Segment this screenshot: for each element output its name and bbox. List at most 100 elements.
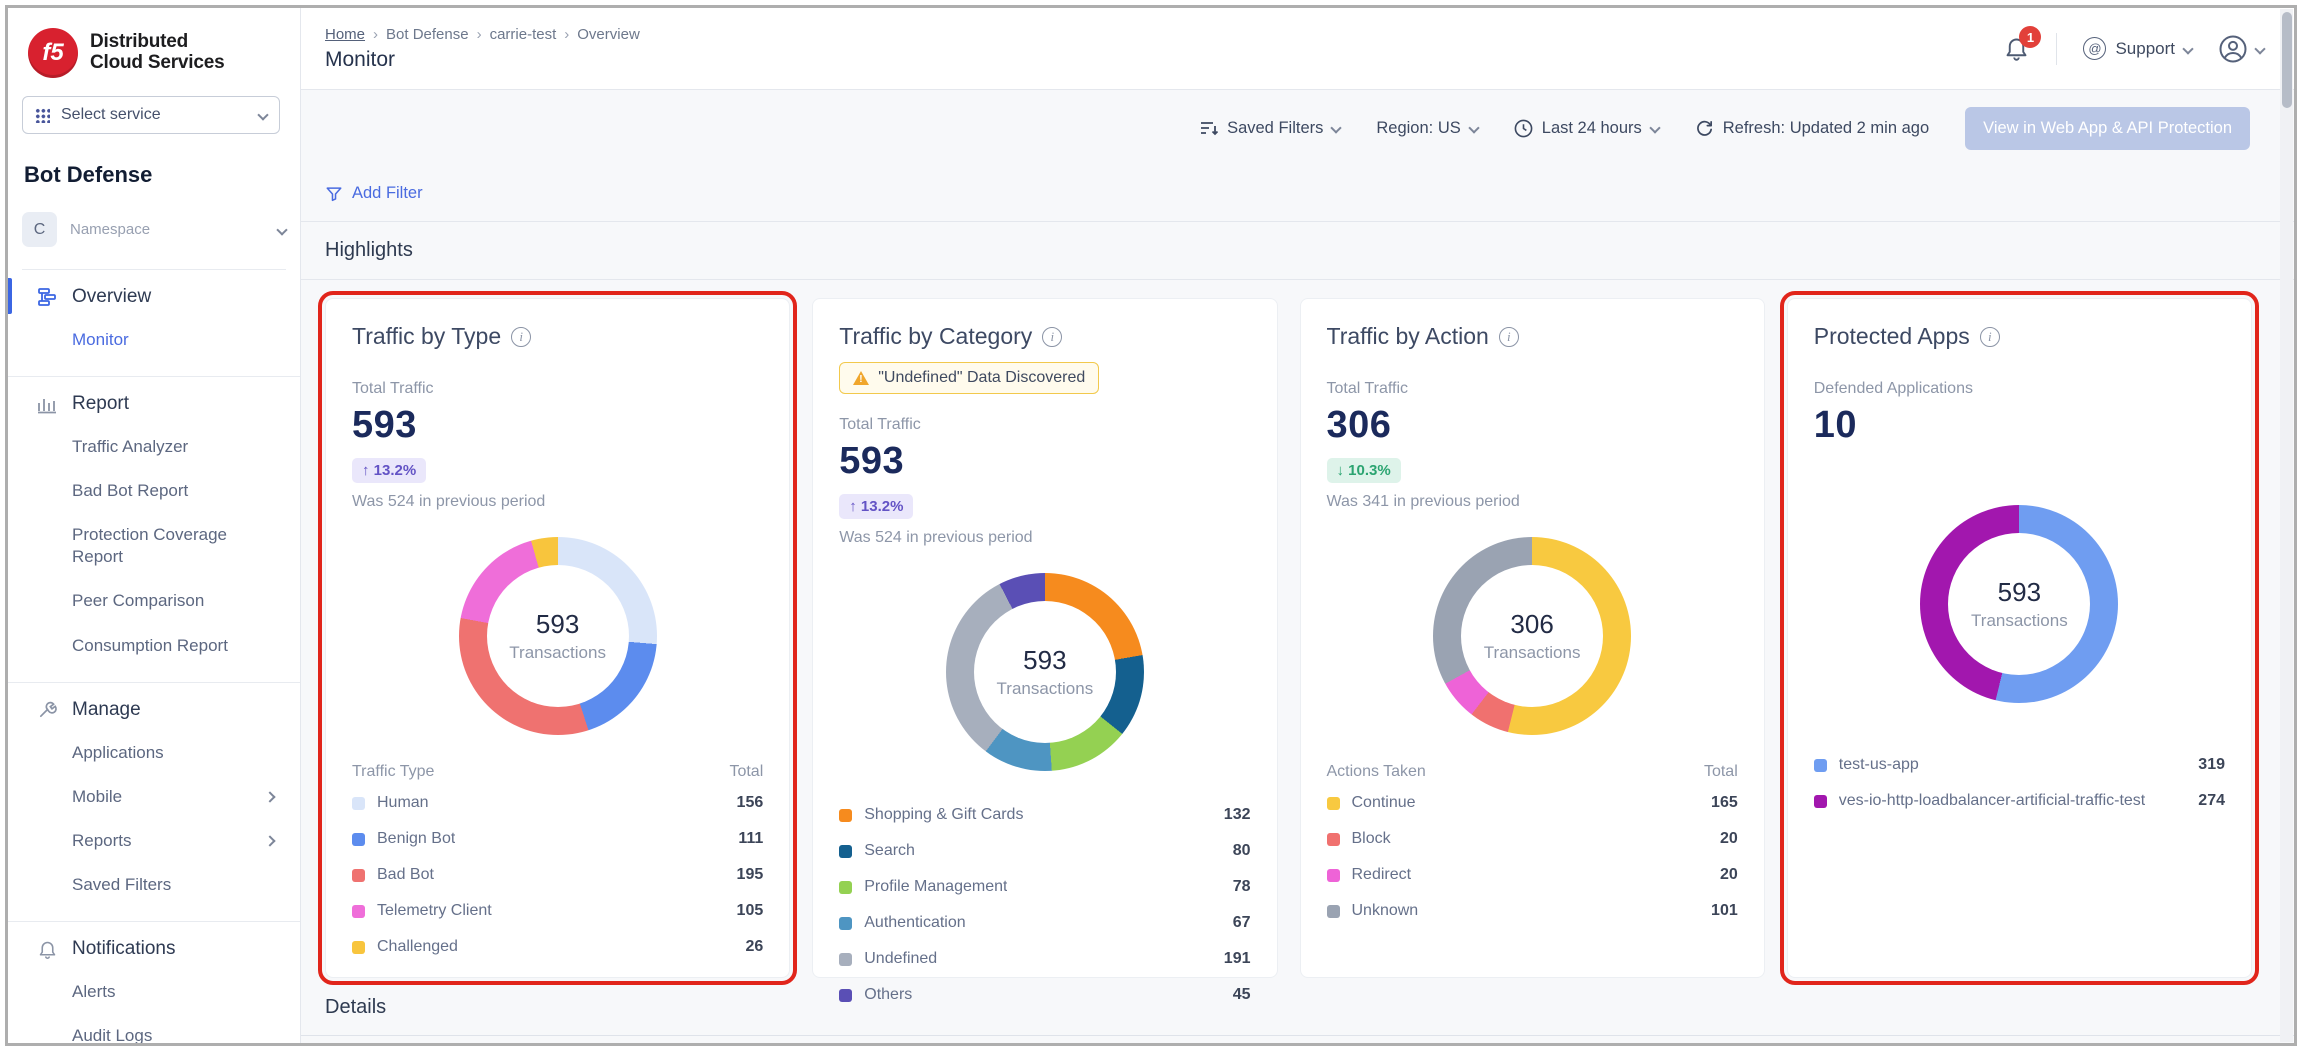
chevron-right-icon: [264, 835, 275, 846]
legend-swatch: [839, 881, 852, 894]
donut-center-value: 306: [1510, 609, 1553, 640]
workspace-title: Bot Defense: [8, 134, 300, 188]
support-menu[interactable]: @ Support: [2083, 37, 2192, 60]
sidebar-item-peer-comparison[interactable]: Peer Comparison: [8, 579, 300, 623]
sidebar-subitem-label: Peer Comparison: [72, 590, 204, 612]
scrollbar[interactable]: [2280, 9, 2293, 1042]
legend-row[interactable]: ves-io-http-loadbalancer-artificial-traf…: [1814, 783, 2225, 819]
legend-swatch: [352, 869, 365, 882]
legend-row[interactable]: Bad Bot195: [352, 857, 763, 893]
legend-row[interactable]: Undefined191: [839, 941, 1250, 977]
legend-value: 191: [1224, 950, 1251, 968]
sidebar-item-reports[interactable]: Reports: [8, 819, 300, 863]
region-label: Region: US: [1376, 119, 1460, 138]
legend-row[interactable]: Profile Management78: [839, 869, 1250, 905]
undefined-data-warning-badge[interactable]: "Undefined" Data Discovered: [839, 362, 1099, 394]
legend-row[interactable]: Continue165: [1327, 785, 1738, 821]
donut-center-label: Transactions: [997, 679, 1094, 699]
legend-header-value: Total: [729, 763, 763, 781]
sidebar-item-report[interactable]: Report: [8, 377, 300, 425]
donut-chart[interactable]: 593 Transactions: [946, 573, 1144, 771]
sidebar-item-applications[interactable]: Applications: [8, 731, 300, 775]
legend-row[interactable]: test-us-app319: [1814, 747, 2225, 783]
legend-swatch: [1327, 797, 1340, 810]
main-area: Home › Bot Defense › carrie-test › Overv…: [301, 8, 2294, 1043]
donut-center: 593 Transactions: [974, 601, 1116, 743]
sidebar-item-protection-coverage-report[interactable]: Protection Coverage Report: [8, 513, 300, 579]
breadcrumb-bot-defense[interactable]: Bot Defense: [386, 26, 469, 43]
legend-label: Unknown: [1352, 902, 1419, 920]
chevron-down-icon: [1649, 122, 1660, 133]
legend-row[interactable]: Block20: [1327, 821, 1738, 857]
support-label: Support: [2115, 39, 2175, 59]
brand-logo[interactable]: f5 Distributed Cloud Services: [8, 8, 300, 78]
legend-swatch: [352, 905, 365, 918]
view-in-waap-button[interactable]: View in Web App & API Protection: [1965, 107, 2250, 150]
scrollbar-thumb[interactable]: [2282, 12, 2292, 108]
sidebar-item-overview[interactable]: Overview: [8, 270, 300, 318]
legend-swatch: [1814, 759, 1827, 772]
refresh-icon: [1695, 119, 1714, 138]
legend-row[interactable]: Redirect20: [1327, 857, 1738, 893]
info-icon[interactable]: i: [1980, 327, 2000, 347]
breadcrumb-separator: ›: [564, 26, 569, 43]
chart-legend: test-us-app319ves-io-http-loadbalancer-a…: [1814, 747, 2225, 819]
legend-row[interactable]: Unknown101: [1327, 893, 1738, 929]
card-title: Traffic by Type: [352, 323, 501, 350]
sidebar-item-audit-logs[interactable]: Audit Logs: [8, 1014, 300, 1043]
legend-label: Block: [1352, 830, 1391, 848]
sidebar-item-monitor[interactable]: Monitor: [8, 318, 300, 362]
legend-row[interactable]: Shopping & Gift Cards132: [839, 797, 1250, 833]
legend-row[interactable]: Authentication67: [839, 905, 1250, 941]
time-range-dropdown[interactable]: Last 24 hours: [1514, 119, 1659, 138]
clock-icon: [1514, 119, 1533, 138]
donut-chart[interactable]: 593 Transactions: [1920, 505, 2118, 703]
refresh-button[interactable]: Refresh: Updated 2 min ago: [1695, 119, 1929, 138]
notifications-button[interactable]: 1: [2003, 35, 2030, 62]
sidebar-item-manage[interactable]: Manage: [8, 683, 300, 731]
legend-swatch: [839, 989, 852, 1002]
add-filter-button[interactable]: Add Filter: [352, 184, 423, 203]
account-menu[interactable]: [2218, 34, 2264, 64]
sidebar-subitem-label: Traffic Analyzer: [72, 436, 188, 458]
service-selector[interactable]: Select service: [22, 96, 280, 134]
legend-row[interactable]: Human156: [352, 785, 763, 821]
legend-row[interactable]: Challenged26: [352, 929, 763, 965]
sidebar-item-traffic-analyzer[interactable]: Traffic Analyzer: [8, 425, 300, 469]
sidebar-subitem-label: Mobile: [72, 786, 122, 808]
sidebar-item-bad-bot-report[interactable]: Bad Bot Report: [8, 469, 300, 513]
sidebar-item-alerts[interactable]: Alerts: [8, 970, 300, 1014]
donut-chart[interactable]: 306 Transactions: [1433, 537, 1631, 735]
saved-filters-dropdown[interactable]: Saved Filters: [1200, 119, 1340, 138]
legend-swatch: [1814, 795, 1827, 808]
breadcrumb-namespace[interactable]: carrie-test: [490, 26, 557, 43]
donut-chart[interactable]: 593 Transactions: [459, 537, 657, 735]
card-protected-apps: Protected Apps i Defended Applications 1…: [1787, 298, 2252, 978]
legend-swatch: [352, 797, 365, 810]
chart-legend: Human156Benign Bot111Bad Bot195Telemetry…: [352, 785, 763, 965]
time-range-label: Last 24 hours: [1542, 119, 1642, 138]
legend-row[interactable]: Others45: [839, 977, 1250, 1013]
add-filter-row: Add Filter: [301, 166, 2294, 222]
info-icon[interactable]: i: [1499, 327, 1519, 347]
legend-swatch: [839, 917, 852, 930]
legend-value: 195: [737, 866, 764, 884]
sidebar-subitem-label: Alerts: [72, 981, 115, 1003]
chart-legend: Shopping & Gift Cards132Search80Profile …: [839, 797, 1250, 1013]
info-icon[interactable]: i: [1042, 327, 1062, 347]
info-icon[interactable]: i: [511, 327, 531, 347]
breadcrumb-overview[interactable]: Overview: [577, 26, 640, 43]
legend-row[interactable]: Benign Bot111: [352, 821, 763, 857]
sidebar-item-mobile[interactable]: Mobile: [8, 775, 300, 819]
sidebar-item-consumption-report[interactable]: Consumption Report: [8, 624, 300, 668]
sidebar-item-saved-filters[interactable]: Saved Filters: [8, 863, 300, 907]
legend-value: 45: [1233, 986, 1251, 1004]
legend-row[interactable]: Search80: [839, 833, 1250, 869]
region-dropdown[interactable]: Region: US: [1376, 119, 1477, 138]
legend-row[interactable]: Telemetry Client105: [352, 893, 763, 929]
legend-value: 78: [1233, 878, 1251, 896]
namespace-selector[interactable]: C Namespace: [22, 212, 286, 270]
breadcrumb-home[interactable]: Home: [325, 26, 365, 43]
sidebar-item-notifications[interactable]: Notifications: [8, 922, 300, 970]
legend-label: Human: [377, 794, 429, 812]
